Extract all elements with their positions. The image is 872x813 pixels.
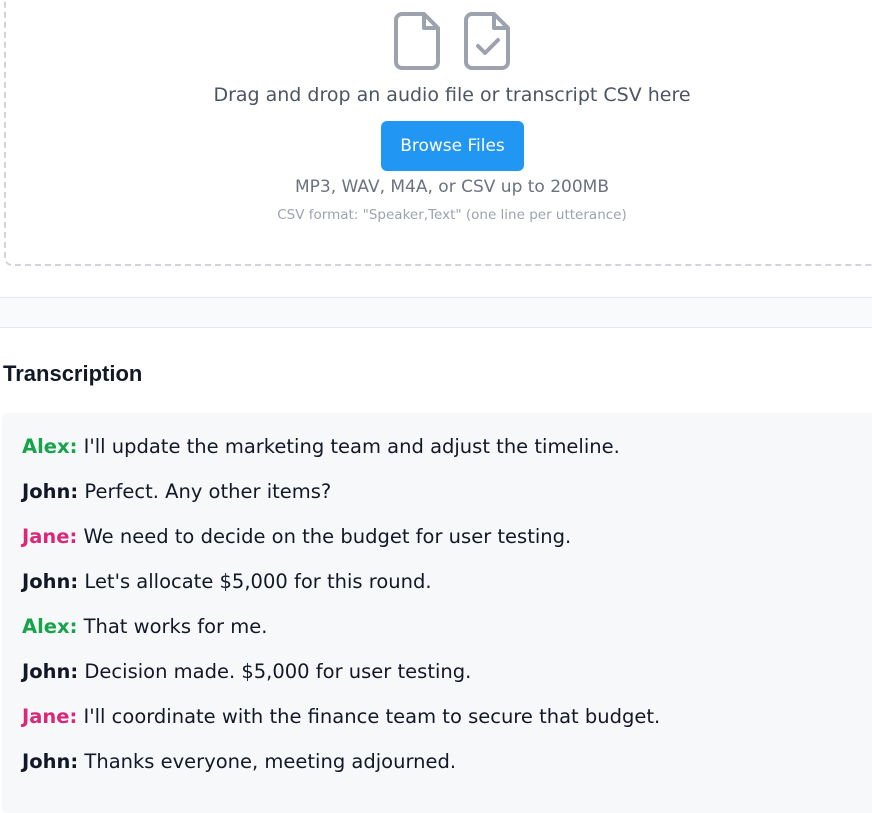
- file-icons: [394, 12, 514, 70]
- transcript-utterance: Alex: I'll update the marketing team and…: [22, 435, 620, 458]
- speaker-label: Alex:: [22, 435, 78, 458]
- utterance-text: I'll coordinate with the finance team to…: [77, 705, 661, 728]
- speaker-label: John:: [22, 570, 79, 593]
- utterance-text: Thanks everyone, meeting adjourned.: [78, 750, 457, 773]
- transcript-utterance: Alex: That works for me.: [22, 615, 267, 638]
- transcript-utterance: Jane: I'll coordinate with the finance t…: [22, 705, 660, 728]
- speaker-label: John:: [22, 660, 79, 683]
- speaker-label: John:: [22, 750, 79, 773]
- transcript-utterance: John: Thanks everyone, meeting adjourned…: [22, 750, 456, 773]
- transcription-title: Transcription: [3, 361, 143, 386]
- supported-formats: MP3, WAV, M4A, or CSV up to 200MB: [294, 177, 610, 197]
- file-check-icon: [464, 12, 512, 74]
- upload-card: Drag and drop an audio file or transcrip…: [0, 0, 872, 298]
- transcript-utterance: John: Decision made. $5,000 for user tes…: [22, 660, 471, 683]
- transcript-utterance: John: Perfect. Any other items?: [22, 480, 331, 503]
- speaker-label: John:: [22, 480, 79, 503]
- speaker-label: Alex:: [22, 615, 78, 638]
- utterance-text: We need to decide on the budget for user…: [77, 525, 572, 548]
- drop-instructions: Drag and drop an audio file or transcrip…: [213, 84, 691, 106]
- browse-files-button[interactable]: Browse Files: [381, 121, 524, 171]
- transcript-utterance: John: Let's allocate $5,000 for this rou…: [22, 570, 432, 593]
- utterance-text: Let's allocate $5,000 for this round.: [78, 570, 432, 593]
- section-divider: [0, 298, 872, 328]
- transcript-panel[interactable]: Alex: I'll update the marketing team and…: [2, 413, 872, 813]
- utterance-text: That works for me.: [77, 615, 268, 638]
- csv-format-hint: CSV format: "Speaker,Text" (one line per…: [277, 207, 627, 223]
- utterance-text: Perfect. Any other items?: [78, 480, 332, 503]
- speaker-label: Jane:: [22, 705, 78, 728]
- file-icon: [394, 12, 442, 74]
- speaker-label: Jane:: [22, 525, 78, 548]
- dropzone[interactable]: Drag and drop an audio file or transcrip…: [4, 0, 872, 266]
- utterance-text: I'll update the marketing team and adjus…: [77, 435, 620, 458]
- utterance-text: Decision made. $5,000 for user testing.: [78, 660, 472, 683]
- transcript-utterance: Jane: We need to decide on the budget fo…: [22, 525, 571, 548]
